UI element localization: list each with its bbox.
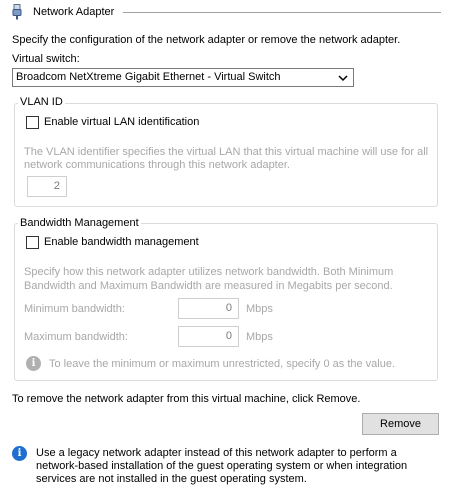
bandwidth-description-line1: Specify how this network adapter utilize… xyxy=(24,266,394,278)
vlan-id-input[interactable]: 2 xyxy=(27,176,67,197)
info-icon: i xyxy=(12,446,27,461)
network-adapter-icon xyxy=(12,4,22,20)
info-icon: i xyxy=(26,356,41,371)
minimum-bandwidth-input[interactable]: 0 xyxy=(178,298,239,319)
vlan-enable-checkbox[interactable] xyxy=(26,116,39,129)
maximum-bandwidth-unit: Mbps xyxy=(246,331,273,343)
minimum-bandwidth-label: Minimum bandwidth: xyxy=(24,303,125,315)
section-title: Network Adapter xyxy=(33,6,115,18)
bandwidth-legend: Bandwidth Management xyxy=(18,217,141,229)
intro-text: Specify the configuration of the network… xyxy=(12,34,401,46)
minimum-bandwidth-unit: Mbps xyxy=(246,303,273,315)
bandwidth-description-line2: Bandwidth and Maximum Bandwidth are meas… xyxy=(24,280,393,292)
vlan-description-line1: The VLAN identifier specifies the virtua… xyxy=(24,146,429,158)
vlan-enable-label: Enable virtual LAN identification xyxy=(44,116,200,128)
bandwidth-enable-checkbox[interactable] xyxy=(26,236,39,249)
legacy-info-line3: services are not installed in the guest … xyxy=(36,473,307,485)
bandwidth-enable-label: Enable bandwidth management xyxy=(44,236,199,248)
remove-instruction: To remove the network adapter from this … xyxy=(12,393,361,405)
virtual-switch-value: Broadcom NetXtreme Gigabit Ethernet - Vi… xyxy=(16,71,281,83)
chevron-down-icon xyxy=(338,75,348,82)
legacy-info-line2: network-based installation of the guest … xyxy=(36,460,408,472)
vlan-description-line2: network communications through this netw… xyxy=(24,159,290,171)
virtual-switch-label: Virtual switch: xyxy=(12,53,80,65)
bandwidth-info-text: To leave the minimum or maximum unrestri… xyxy=(49,358,396,370)
virtual-switch-select[interactable]: Broadcom NetXtreme Gigabit Ethernet - Vi… xyxy=(12,68,354,87)
vlan-legend: VLAN ID xyxy=(18,96,65,108)
maximum-bandwidth-label: Maximum bandwidth: xyxy=(24,331,128,343)
remove-button[interactable]: Remove xyxy=(362,413,439,435)
maximum-bandwidth-input[interactable]: 0 xyxy=(178,326,239,347)
header-divider xyxy=(123,12,441,13)
legacy-info-line1: Use a legacy network adapter instead of … xyxy=(36,447,397,459)
